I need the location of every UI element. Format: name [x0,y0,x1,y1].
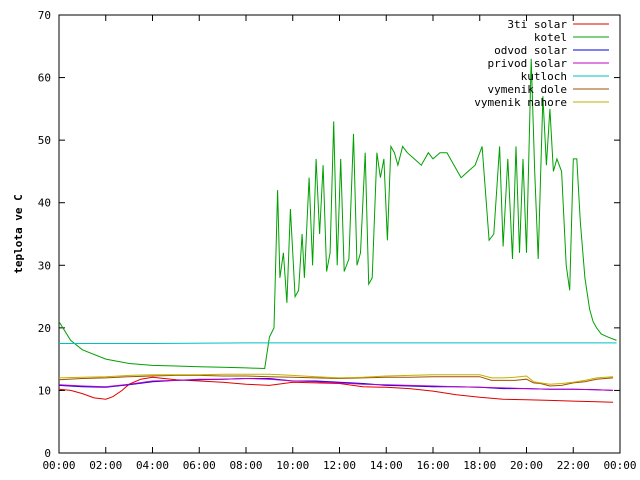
y-tick-label: 10 [38,384,51,397]
x-tick-label: 02:00 [89,459,122,472]
x-tick-label: 08:00 [229,459,262,472]
y-axis-title-group: teplota ve C [12,194,25,273]
series-line-kutloch [59,342,617,344]
y-axis-title: teplota ve C [12,194,25,273]
legend-label-3ti-solar: 3ti solar [507,18,567,31]
y-tick-label: 60 [38,72,51,85]
x-tick-label: 16:00 [416,459,449,472]
x-tick-label: 18:00 [463,459,496,472]
x-tick-label: 00:00 [603,459,636,472]
x-tick-label: 22:00 [557,459,590,472]
legend-label-privod-solar: privod solar [488,57,568,70]
x-tick-label: 00:00 [42,459,75,472]
series-line-privod-solar [58,377,614,391]
y-tick-label: 50 [38,134,51,147]
x-tick-label: 14:00 [370,459,403,472]
legend-label-odvod-solar: odvod solar [494,44,567,57]
legend: 3ti solarkotelodvod solarprivod solarkut… [474,18,609,109]
legend-label-vymenik-dole: vymenik dole [488,83,567,96]
x-tick-label: 04:00 [136,459,169,472]
legend-label-kutloch: kutloch [521,70,567,83]
series-line-vymenik-dole [58,374,614,387]
x-tick-label: 20:00 [510,459,543,472]
line-chart: teplota ve C 01020304050607000:00 02:00 04… [12,9,637,472]
y-tick-label: 40 [38,197,51,210]
y-tick-label: 20 [38,322,51,335]
y-tick-label: 70 [38,9,51,22]
series-lines [58,58,617,403]
x-tick-label: 12:00 [323,459,356,472]
x-tick-label: 10:00 [276,459,309,472]
legend-label-kotel: kotel [534,31,567,44]
x-tick-label: 06:00 [183,459,216,472]
y-tick-label: 30 [38,259,51,272]
legend-label-vymenik-nahore: vymenik nahore [474,96,567,109]
